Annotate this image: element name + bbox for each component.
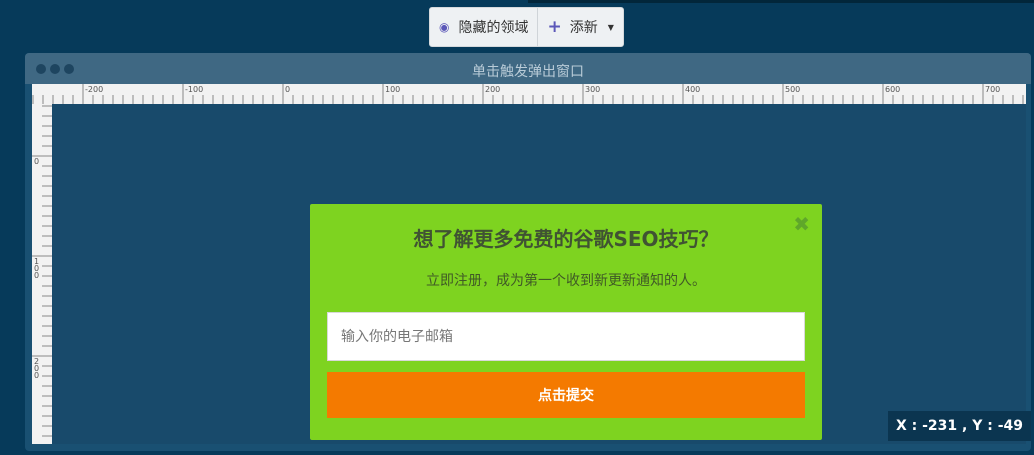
window-title: 单击触发弹出窗口 [472,64,584,80]
ruler-label: -200 [85,85,103,94]
top-dark-strip [528,0,1034,3]
ruler-label: 100 [385,85,400,94]
signup-popup[interactable]: ✖ 想了解更多免费的谷歌SEO技巧？ 立即注册，成为第一个收到新更新通知的人。 … [310,204,822,440]
window-titlebar: 单击触发弹出窗口 [25,53,1031,84]
ruler-label: 500 [785,85,800,94]
caret-down-icon: ▼ [607,22,614,32]
hidden-area-button[interactable]: ◉ 隐藏的领域 [430,8,537,46]
hidden-area-label: 隐藏的领域 [458,20,529,36]
horizontal-ruler[interactable]: -200 -100 0 100 200 300 400 500 600 700 [32,84,1026,104]
vertical-ruler[interactable]: 0 100 200 [32,104,52,444]
plus-icon: + [547,16,562,37]
ruler-label: 0 [34,157,39,166]
editor-toolbar: ◉ 隐藏的领域 + 添新 ▼ [429,7,624,47]
ruler-label: 0 [285,85,290,94]
ruler-label: -100 [185,85,203,94]
popup-subtitle: 立即注册，成为第一个收到新更新通知的人。 [426,273,706,289]
ruler-label: 400 [685,85,700,94]
add-new-dropdown[interactable]: + 添新 ▼ [537,8,622,46]
design-canvas[interactable]: ✖ 想了解更多免费的谷歌SEO技巧？ 立即注册，成为第一个收到新更新通知的人。 … [52,104,1026,444]
ruler-label: 600 [885,85,900,94]
eye-icon: ◉ [439,20,450,34]
cursor-coordinates: X : -231 , Y : -49 [887,411,1031,441]
preview-window: 单击触发弹出窗口 -200 -100 0 100 200 300 400 500 600 700 … [25,53,1031,451]
add-new-label: 添新 [569,20,598,36]
ruler-label: 100 [34,257,39,280]
email-input[interactable] [327,312,805,361]
ruler-label: 200 [485,85,500,94]
popup-title: 想了解更多免费的谷歌SEO技巧？ [413,227,719,251]
ruler-label: 200 [34,357,39,380]
ruler-label: 700 [985,85,1000,94]
submit-button[interactable]: 点击提交 [327,372,805,418]
ruler-label: 300 [585,85,600,94]
